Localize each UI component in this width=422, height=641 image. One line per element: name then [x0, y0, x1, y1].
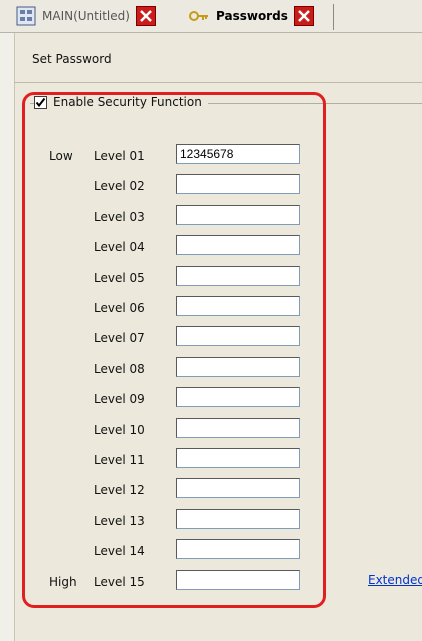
level-label: Level 07 [94, 331, 145, 345]
level-label: Level 01 [94, 149, 145, 163]
close-icon [140, 10, 152, 22]
level-password-input[interactable] [176, 144, 300, 164]
screen-icon [16, 6, 36, 26]
panel-heading: Set Password [32, 52, 112, 66]
level-label: Level 04 [94, 240, 145, 254]
tab-bar: MAIN(Untitled) Passwords [0, 0, 422, 33]
high-label: High [49, 575, 77, 589]
level-password-input[interactable] [176, 205, 300, 225]
level-password-input[interactable] [176, 448, 300, 468]
level-password-input[interactable] [176, 174, 300, 194]
level-password-input[interactable] [176, 418, 300, 438]
close-icon [297, 10, 310, 22]
level-label: Level 10 [94, 423, 145, 437]
level-label: Level 08 [94, 362, 145, 376]
low-label: Low [49, 149, 73, 163]
level-label: Level 14 [94, 544, 145, 558]
tab-separator [333, 4, 334, 30]
tab-main[interactable]: MAIN(Untitled) [16, 2, 156, 30]
level-label: Level 13 [94, 514, 145, 528]
level-label: Level 06 [94, 301, 145, 315]
level-label: Level 11 [94, 453, 145, 467]
heading-divider [14, 82, 422, 83]
level-password-input[interactable] [176, 478, 300, 498]
extended-link[interactable]: Extended [368, 573, 422, 587]
level-password-input[interactable] [176, 326, 300, 346]
level-password-input[interactable] [176, 357, 300, 377]
level-password-input[interactable] [176, 509, 300, 529]
close-tab-main-button[interactable] [135, 6, 156, 26]
level-label: Level 12 [94, 483, 145, 497]
level-label: Level 03 [94, 210, 145, 224]
enable-security-checkbox[interactable] [34, 95, 47, 109]
level-label: Level 09 [94, 392, 145, 406]
level-label: Level 15 [94, 575, 145, 589]
level-password-input[interactable] [176, 296, 300, 316]
tab-main-label: MAIN(Untitled) [42, 9, 130, 23]
level-label: Level 05 [94, 271, 145, 285]
level-password-input[interactable] [176, 266, 300, 286]
tab-passwords[interactable]: Passwords [186, 2, 314, 30]
checkmark-icon [35, 97, 46, 107]
close-tab-passwords-button[interactable] [293, 6, 314, 26]
level-label: Level 02 [94, 179, 145, 193]
security-groupbox-title: Enable Security Function [34, 95, 208, 109]
level-password-input[interactable] [176, 235, 300, 255]
enable-security-label: Enable Security Function [53, 95, 202, 109]
key-icon [189, 11, 208, 21]
level-password-input[interactable] [176, 387, 300, 407]
level-password-input[interactable] [176, 539, 300, 559]
panel-border [14, 33, 15, 641]
level-password-input[interactable] [176, 570, 300, 590]
tab-passwords-label: Passwords [216, 9, 288, 23]
